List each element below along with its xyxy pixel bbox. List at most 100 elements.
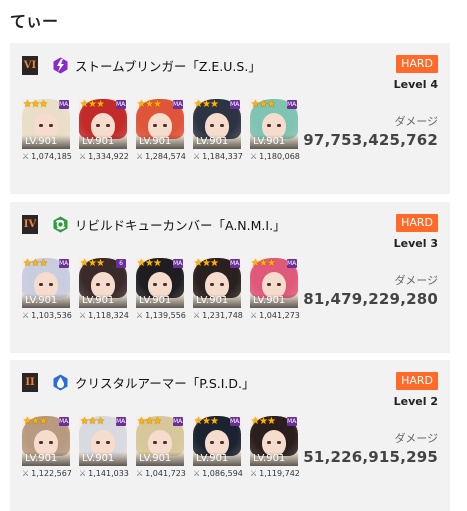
character-eye [277, 124, 281, 127]
crossed-swords-icon: ⚔ [250, 151, 258, 161]
combat-power-value: 1,184,337 [202, 152, 243, 161]
character-eye [210, 283, 214, 286]
character-level: LV.901 [250, 294, 298, 308]
character-unit[interactable]: ★★★ MAX LV.901 ⚔1,180,068 [250, 99, 300, 161]
combat-power: ⚔ 1,180,068 [250, 151, 300, 161]
combat-power-value: 1,041,723 [145, 469, 186, 478]
crossed-swords-icon: ⚔ [136, 151, 144, 161]
difficulty-badge: HARD [396, 214, 438, 232]
combat-power: ⚔ 1,334,922 [79, 152, 129, 161]
character-portrait: ★★★ MAX LV.901 [136, 258, 184, 308]
star-icon: ★ [38, 258, 48, 269]
character-eye [267, 124, 271, 127]
damage-label: ダメージ [394, 432, 438, 445]
character-unit[interactable]: ★★★ MAX LV.901 ⚔1,122,567 [22, 416, 72, 478]
difficulty-badge: HARD [396, 372, 438, 390]
character-unit[interactable]: ★★★ MAX LV.901 ⚔1,041,273 [250, 258, 300, 320]
star-rating: ★ ★ ★ [80, 416, 105, 427]
character-unit[interactable]: ★★★ MAX LV.901 ⚔1,284,574 [136, 99, 186, 161]
character-eye [49, 441, 53, 444]
character-portrait: ★★★ MAX LV.901 [136, 99, 184, 149]
limit-break-badge: 6 [116, 259, 126, 268]
star-icon: ★ [95, 258, 105, 269]
character-eye [96, 124, 100, 127]
damage-value: 97,753,425,762 [303, 131, 438, 149]
limit-break-badge: MAX [116, 100, 127, 109]
character-level: LV.901 [79, 135, 127, 149]
character-unit[interactable]: ★★★ MAX LV.901 ⚔1,119,742 [250, 416, 300, 478]
character-eye [39, 283, 43, 286]
combat-power: ⚔ 1,139,556 [136, 310, 186, 320]
character-eye [106, 441, 110, 444]
limit-break-badge: MAX [287, 259, 298, 268]
limit-break-badge: MAX [116, 417, 127, 426]
combat-power: ⚔ 1,086,594 [193, 469, 243, 478]
character-portrait: ★★★ MAX LV.901 [193, 258, 241, 308]
limit-break-badge: MAX [230, 259, 241, 268]
character-eye [220, 441, 224, 444]
character-eye [210, 441, 214, 444]
character-unit[interactable]: ★★★ MAX LV.901 ⚔1,141,033 [79, 416, 129, 478]
star-icon: ★ [209, 416, 219, 427]
combat-power-value: 1,041,273 [259, 311, 300, 320]
character-portrait: ★★★ MAX LV.901 [250, 416, 298, 466]
combat-power: ⚔ 1,122,567 [22, 469, 72, 478]
character-unit[interactable]: ★★★ MAX LV.901 ⚔1,086,594 [193, 416, 243, 478]
star-icon: ★ [95, 416, 105, 427]
character-level: LV.901 [136, 294, 184, 308]
star-icon: ★ [209, 99, 219, 110]
crossed-swords-icon: ⚔ [250, 468, 258, 478]
character-portrait: ★★★ MAX LV.901 [193, 99, 241, 149]
combat-power-value: 1,334,922 [88, 152, 129, 161]
boss-card[interactable]: VIストームブリンガー「Z.E.U.S.」HARDLevel 4★★★MAXLV… [10, 43, 450, 194]
boss-card[interactable]: IVリビルドキューカンバー「A.N.M.I.」HARDLevel 3★★★MAX… [10, 202, 450, 353]
character-eye [220, 283, 224, 286]
character-eye [210, 124, 214, 127]
character-unit[interactable]: ★★★ MAX LV.901 ⚔1,139,556 [136, 258, 186, 320]
character-level: LV.901 [22, 452, 70, 466]
star-rating: ★ ★ ★ [194, 416, 219, 427]
character-unit[interactable]: ★★★ MAX LV.901 ⚔1,041,723 [136, 416, 186, 478]
character-unit[interactable]: ★ ★ ★ 6 LV.901 ⚔ 1,118,324 [79, 258, 129, 320]
character-level: LV.901 [136, 135, 184, 149]
crossed-swords-icon: ⚔ [136, 310, 144, 320]
star-rating: ★ ★ ★ [251, 100, 276, 110]
limit-break-badge: MAX [59, 417, 70, 426]
character-eye [267, 441, 271, 444]
star-rating: ★ ★ ★ [23, 416, 48, 427]
star-rating: ★ ★ ★ [137, 100, 162, 110]
combat-power: ⚔ 1,041,723 [136, 469, 186, 478]
page-title: てぃー [10, 12, 59, 31]
damage-label: ダメージ [394, 115, 438, 128]
character-level: LV.901 [79, 294, 127, 308]
character-eye [163, 124, 167, 127]
character-unit[interactable]: ★★★ MAX LV.901 ⚔1,074,185 [22, 99, 72, 161]
boss-level: Level 2 [393, 395, 438, 408]
combat-power-value: 1,103,536 [31, 311, 72, 320]
character-unit[interactable]: ★★★ MAX LV.901 ⚔1,103,536 [22, 258, 72, 320]
character-eye [153, 124, 157, 127]
boss-level: Level 4 [393, 78, 438, 91]
boss-card[interactable]: IIクリスタルアーマー「P.S.I.D.」HARDLevel 2★★★MAXLV… [10, 360, 450, 511]
character-portrait: ★★★ MAX LV.901 [136, 416, 184, 466]
star-icon: ★ [38, 99, 48, 110]
character-eye [267, 283, 271, 286]
crossed-swords-icon: ⚔ [193, 151, 201, 161]
character-level: LV.901 [193, 294, 241, 308]
character-unit[interactable]: ★★★ MAX LV.901 ⚔1,231,748 [193, 258, 243, 320]
combat-power: ⚔ 1,118,324 [79, 311, 129, 320]
star-icon: ★ [95, 99, 105, 110]
limit-break-badge: MAX [59, 259, 70, 268]
character-unit[interactable]: ★★★ MAX LV.901 ⚔1,334,922 [79, 99, 129, 161]
star-rating: ★ ★ ★ [251, 417, 276, 427]
star-icon: ★ [266, 258, 276, 269]
star-icon: ★ [38, 416, 48, 427]
limit-break-badge: MAX [230, 100, 241, 109]
lightning-element-icon [38, 57, 75, 74]
character-unit[interactable]: ★★★ MAX LV.901 ⚔1,184,337 [193, 99, 243, 161]
character-eye [96, 283, 100, 286]
character-portrait: ★ ★ ★ 6 LV.901 [79, 258, 127, 308]
character-eye [39, 441, 43, 444]
character-eye [39, 124, 43, 127]
character-eye [49, 124, 53, 127]
